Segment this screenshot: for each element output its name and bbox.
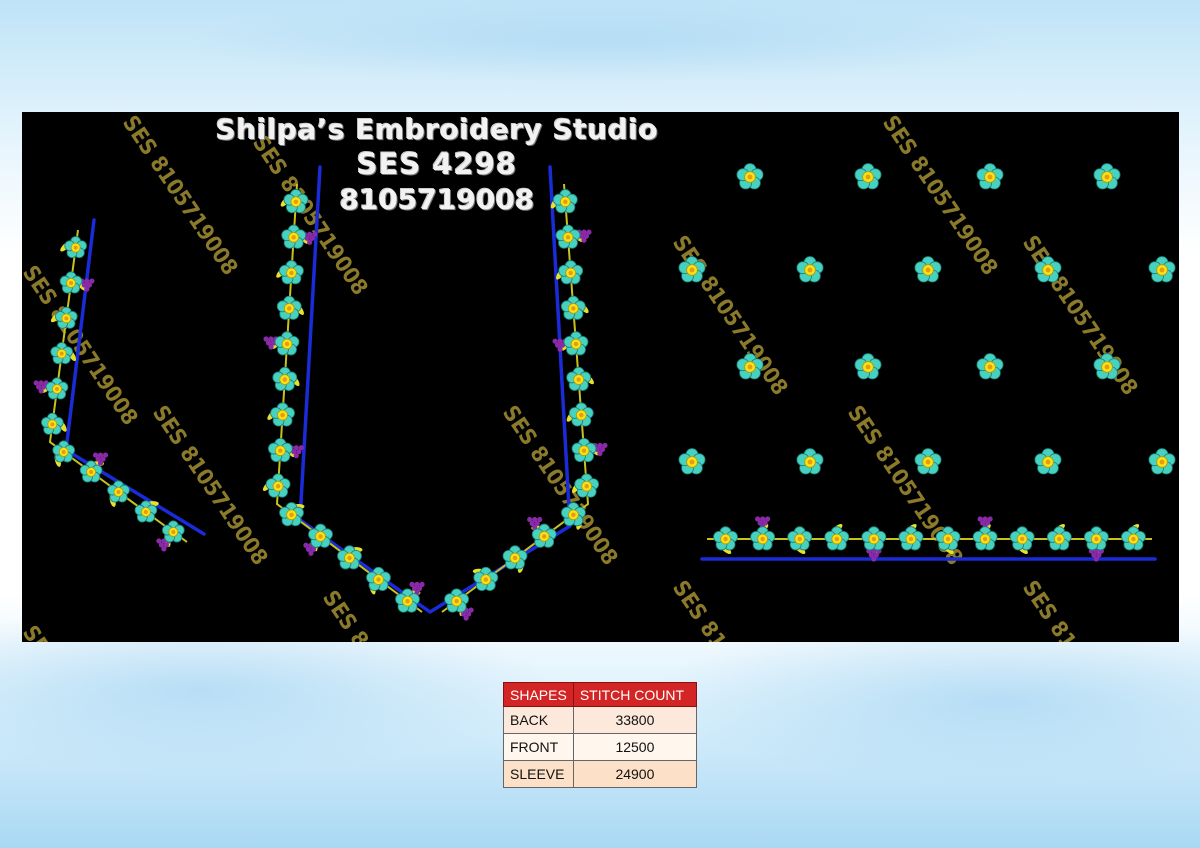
flower-motif	[267, 437, 293, 463]
flower-motif	[854, 163, 882, 190]
embroidery-design-panel: SES 8105719008 SES 8105719008 SES 81057190…	[22, 112, 1179, 642]
flower-motif	[272, 366, 298, 391]
flower-motif	[59, 271, 83, 294]
flower-motif	[555, 224, 581, 249]
row-count: 33800	[572, 706, 698, 734]
table-row: FRONT 12500	[503, 733, 698, 761]
flower-motif	[750, 526, 776, 551]
watermark-text: SES 8105719008	[1017, 231, 1142, 400]
row-shape: FRONT	[503, 733, 574, 761]
flower-motif	[560, 295, 586, 320]
flower-motif	[914, 448, 942, 475]
flower-motif	[1121, 526, 1146, 551]
row-shape: SLEEVE	[503, 760, 574, 788]
flower-motif	[678, 448, 706, 475]
table-row: BACK 33800	[503, 706, 698, 734]
flower-motif	[861, 526, 887, 551]
flower-motif	[568, 402, 594, 427]
watermark-text: SES 8105719008	[877, 112, 1002, 280]
flower-motif	[270, 402, 295, 427]
flower-motif	[265, 473, 291, 498]
row-count: 24900	[572, 760, 698, 788]
flower-motif	[854, 353, 882, 380]
butta-motif-layer	[678, 163, 1176, 475]
flower-motif	[563, 331, 589, 356]
flower-motif	[787, 526, 813, 551]
flower-motif	[281, 224, 307, 249]
flower-motif	[1148, 256, 1176, 283]
flower-motif	[558, 260, 584, 285]
flower-motif	[713, 526, 738, 551]
flower-motif	[162, 520, 185, 543]
flower-motif	[1083, 526, 1109, 551]
flower-motif	[276, 295, 302, 320]
flower-motif	[279, 260, 304, 285]
watermark-text: SES 8105719008	[497, 401, 622, 570]
row-shape: BACK	[503, 706, 574, 734]
design-code: SES 4298	[356, 147, 518, 181]
studio-title-block: Shilpa’s Embroidery Studio SES 4298 8105…	[202, 114, 672, 218]
flower-motif	[796, 256, 824, 283]
watermark-text: SES 8105719008	[1017, 576, 1142, 642]
flower-motif	[736, 163, 764, 190]
flower-motif	[1148, 448, 1176, 475]
flower-motif	[574, 473, 600, 498]
flower-motif	[796, 448, 824, 475]
flower-motif	[52, 440, 75, 463]
header-shapes: SHAPES	[503, 682, 574, 707]
watermark-text: SES 8105719008	[317, 586, 442, 642]
flower-motif	[972, 526, 998, 551]
flower-motif	[976, 353, 1004, 380]
flower-motif	[824, 526, 850, 551]
studio-phone: 8105719008	[339, 183, 535, 216]
watermark-text: SES 8105719008	[667, 231, 792, 400]
table-header-row: SHAPES STITCH COUNT	[503, 682, 698, 707]
watermark-text: SES 8105719008	[667, 576, 792, 642]
flower-motif	[41, 412, 64, 435]
flower-motif	[566, 366, 592, 391]
flower-motif	[898, 526, 924, 551]
watermark-text: SES 8105719008	[22, 621, 142, 642]
flower-motif	[914, 256, 942, 283]
flower-motif	[1093, 163, 1121, 190]
header-stitch-count: STITCH COUNT	[572, 682, 698, 707]
flower-motif	[1034, 448, 1062, 475]
flower-motif	[274, 331, 300, 356]
flower-motif	[45, 377, 69, 400]
table-row: SLEEVE 24900	[503, 760, 698, 788]
flower-motif	[502, 545, 528, 570]
row-count: 12500	[572, 733, 698, 761]
flower-motif	[1046, 526, 1072, 551]
studio-name: Shilpa’s Embroidery Studio	[215, 113, 659, 146]
flower-motif	[1009, 526, 1035, 551]
front-neck-outline	[298, 165, 572, 614]
flower-motif	[571, 437, 597, 463]
flower-motif	[976, 163, 1004, 190]
stitch-count-table: SHAPES STITCH COUNT BACK 33800 FRONT 125…	[503, 682, 698, 788]
flower-motif	[107, 480, 130, 503]
flower-motif	[64, 236, 87, 259]
